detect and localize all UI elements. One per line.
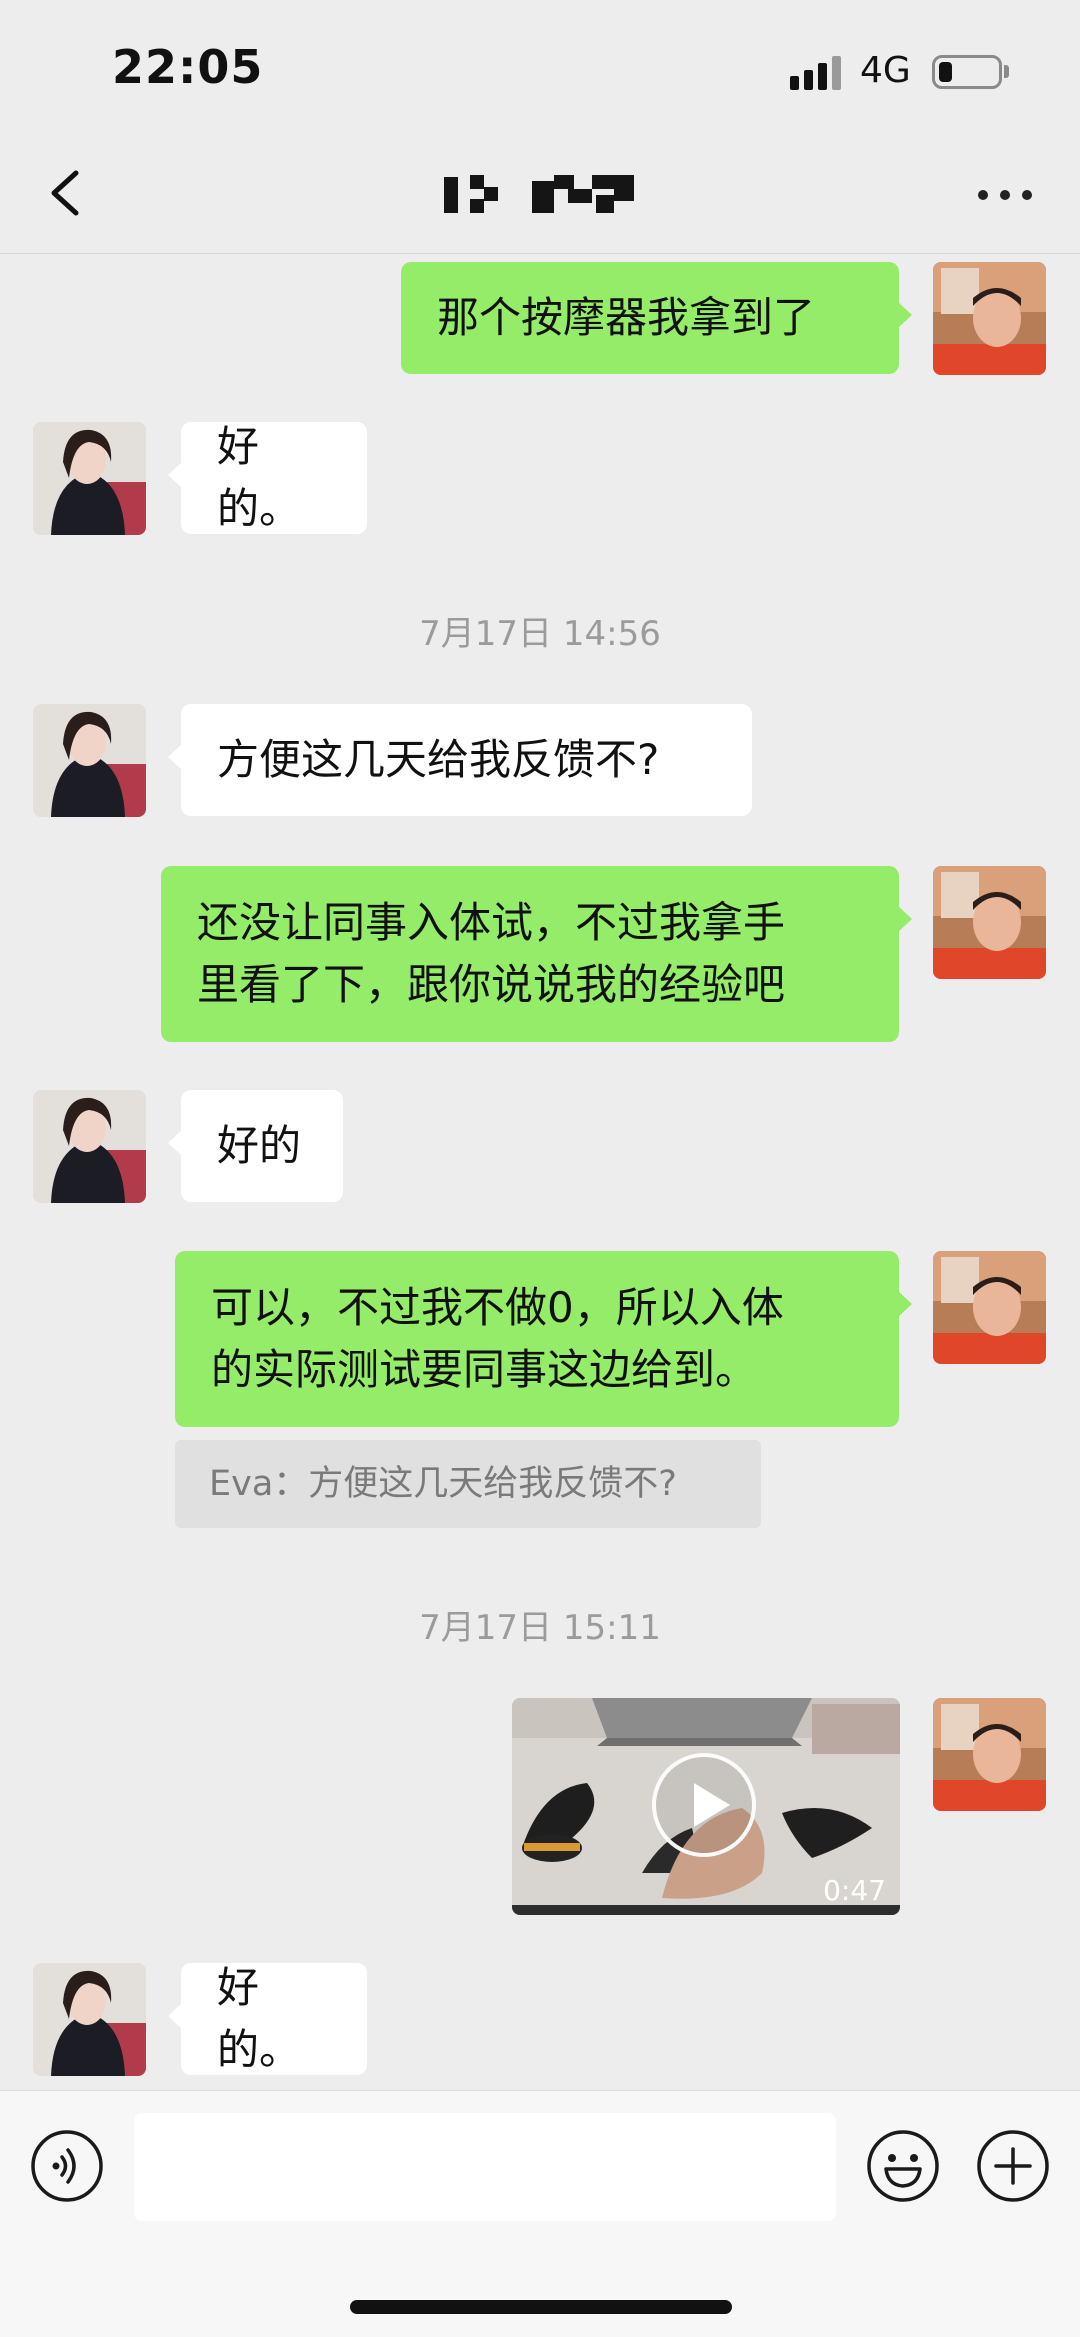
my-avatar[interactable] <box>933 1698 1046 1811</box>
message-line: 的实际测试要同事这边给到。 <box>211 1345 758 1394</box>
more-dots-icon[interactable] <box>970 165 1040 225</box>
contact-avatar[interactable] <box>33 1963 146 2076</box>
contact-avatar[interactable] <box>33 1090 146 1203</box>
message-input[interactable] <box>134 2113 836 2221</box>
contact-avatar[interactable] <box>33 422 146 535</box>
emoji-icon[interactable] <box>866 2129 940 2203</box>
message-text: 好的。 <box>217 422 302 533</box>
play-icon[interactable] <box>652 1753 756 1857</box>
message-text: 好的 <box>217 1121 302 1170</box>
message-text: 方便这几天给我反馈不? <box>217 735 660 784</box>
message-bubble-sent[interactable]: 还没让同事入体试，不过我拿手 里看了下，跟你说说我的经验吧 <box>161 866 912 1042</box>
battery-tip <box>1004 65 1009 78</box>
status-time: 22:05 <box>112 40 264 94</box>
plus-icon[interactable] <box>976 2129 1050 2203</box>
status-bar: 22:05 4G <box>0 0 1080 135</box>
my-avatar[interactable] <box>933 1251 1046 1364</box>
message-line: 可以，不过我不做0，所以入体 <box>211 1283 784 1332</box>
message-bubble-sent[interactable]: 可以，不过我不做0，所以入体 的实际测试要同事这边给到。 <box>175 1251 912 1427</box>
message-line: 里看了下，跟你说说我的经验吧 <box>197 960 786 1009</box>
my-avatar[interactable] <box>933 866 1046 979</box>
message-bubble-received[interactable]: 好的。 <box>168 1963 367 2075</box>
my-avatar[interactable] <box>933 262 1046 375</box>
video-duration: 0:47 <box>823 1874 886 1907</box>
message-bubble-received[interactable]: 方便这几天给我反馈不? <box>168 704 752 816</box>
quoted-message[interactable]: Eva：方便这几天给我反馈不? <box>175 1440 761 1528</box>
battery-icon <box>932 55 1002 89</box>
timestamp-divider: 7月17日 15:11 <box>419 1608 661 1648</box>
voice-icon[interactable] <box>30 2129 104 2203</box>
message-bubble-sent[interactable]: 那个按摩器我拿到了 <box>401 262 912 374</box>
message-bubble-received[interactable]: 好的 <box>168 1090 343 1202</box>
contact-name-obscured <box>440 175 650 215</box>
chat-header <box>0 135 1080 254</box>
message-text: 好的。 <box>217 1963 302 2074</box>
network-type: 4G <box>860 50 911 91</box>
chat-screen: 22:05 4G 那个按摩器我拿到了 好的。 7月17日 14:56 方便这几天… <box>0 0 1080 2337</box>
contact-avatar[interactable] <box>33 704 146 817</box>
message-text: 那个按摩器我拿到了 <box>437 293 816 342</box>
video-message[interactable]: 0:47 <box>512 1698 900 1915</box>
chevron-left-icon[interactable] <box>40 163 100 223</box>
message-bubble-received[interactable]: 好的。 <box>168 422 367 534</box>
timestamp-divider: 7月17日 14:56 <box>419 614 661 654</box>
home-indicator[interactable] <box>350 2300 732 2314</box>
signal-icon <box>790 56 846 90</box>
message-line: 还没让同事入体试，不过我拿手 <box>197 898 786 947</box>
